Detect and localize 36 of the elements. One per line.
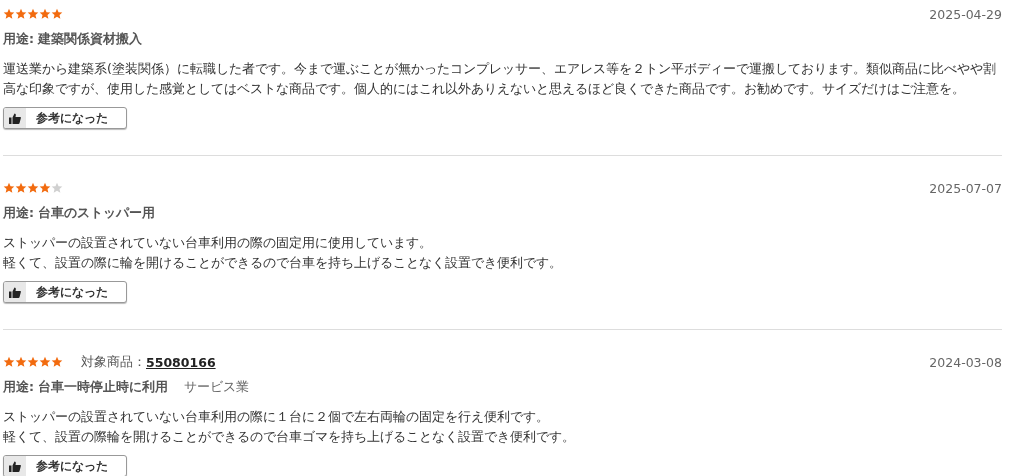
helpful-button[interactable]: 参考になった [3, 107, 127, 129]
review-text: ストッパーの設置されていない台車利用の際に１台に２個で左右両輪の固定を行え便利です。 [3, 408, 550, 426]
product-label: 対象商品： [81, 353, 146, 371]
star-icon [27, 182, 39, 194]
star-icon [3, 182, 15, 194]
review-text: 運送業から建築系(塗装関係）に転職した者です。今まで運ぶことが無かったコンプレッサー、エアレス等を２トン平ボディーで運搬しております。類似商品に比べやや割 [3, 60, 997, 78]
review-text: 軽くて、設置の際に輪を開けることができるので台車を持ち上げることなく設置でき便利です。 [3, 254, 563, 272]
star-icon [51, 356, 63, 368]
review-text: ストッパーの設置されていない台車利用の際の固定用に使用しています。 [3, 234, 433, 252]
thumbs-up-icon [9, 460, 21, 472]
review-date: 2025-04-29 [929, 6, 1002, 22]
usage-title: 用途: 台車一時停止時に利用 [3, 378, 169, 396]
star-icon [51, 182, 63, 194]
star-icon [15, 182, 27, 194]
star-icon [15, 8, 27, 20]
star-icon [15, 356, 27, 368]
star-icon [3, 356, 15, 368]
industry-label: サービス業 [184, 378, 250, 396]
helpful-button[interactable]: 参考になった [3, 281, 127, 303]
review-date: 2025-07-07 [929, 180, 1002, 196]
usage-title: 用途: 建築関係資材搬入 [3, 30, 143, 48]
review-text: 軽くて、設置の際輪を開けることができるので台車ゴマを持ち上げることなく設置でき便利です。 [3, 428, 576, 446]
thumbs-up-icon [9, 286, 21, 298]
star-icon [27, 8, 39, 20]
product-link[interactable]: 55080166 [146, 354, 216, 370]
star-icon [3, 8, 15, 20]
star-icon [27, 356, 39, 368]
star-icon [39, 8, 51, 20]
review-date: 2024-03-08 [929, 354, 1002, 370]
star-icon [39, 182, 51, 194]
thumbs-up-icon [9, 112, 21, 124]
helpful-button[interactable]: 参考になった [3, 455, 127, 476]
usage-title: 用途: 台車のストッパー用 [3, 204, 156, 222]
star-icon [39, 356, 51, 368]
star-icon [51, 8, 63, 20]
review-text: 高な印象ですが、使用した感覚としてはベストな商品です。個人的にはこれ以外ありえないと思えるほど良くできた商品です。お勧めです。サイズだけはご注意を。 [3, 80, 966, 98]
